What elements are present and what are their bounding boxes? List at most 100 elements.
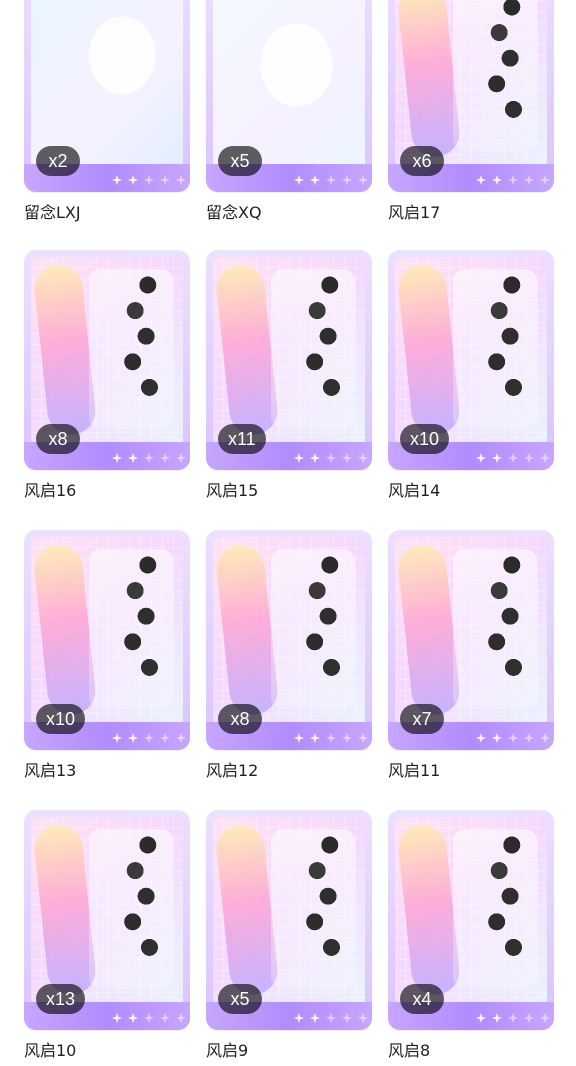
sparkle-icon: [326, 175, 336, 185]
rarity-sparkles: [294, 1013, 368, 1023]
rarity-sparkles: [476, 175, 550, 185]
card[interactable]: x5: [206, 0, 372, 192]
decorative-script: [32, 542, 98, 718]
sparkle-icon: [540, 175, 550, 185]
card-cell[interactable]: x11 风启15: [206, 250, 372, 500]
sparkle-icon: [358, 1013, 368, 1023]
rarity-sparkles: [476, 733, 550, 743]
sparkle-icon: [176, 733, 186, 743]
card[interactable]: x8: [206, 530, 372, 750]
decorative-script: [214, 262, 280, 438]
card-cell[interactable]: x10 风启13: [24, 530, 190, 780]
card-label: 风启8: [388, 1041, 431, 1060]
sparkle-icon: [160, 175, 170, 185]
sparkle-icon: [476, 1013, 486, 1023]
count-badge: x13: [36, 984, 86, 1014]
card-cell[interactable]: x7 风启11: [388, 530, 554, 780]
card[interactable]: x2: [24, 0, 190, 192]
card[interactable]: x13: [24, 810, 190, 1030]
card[interactable]: x10: [24, 530, 190, 750]
sparkle-icon: [144, 733, 154, 743]
count-badge: x2: [36, 146, 80, 176]
card-image: [31, 537, 183, 728]
sparkle-icon: [160, 733, 170, 743]
card[interactable]: x6: [388, 0, 554, 192]
group-photo: [271, 829, 355, 989]
group-photo: [453, 829, 537, 989]
sparkle-icon: [540, 1013, 550, 1023]
sparkle-icon: [176, 175, 186, 185]
group-photo: [89, 549, 173, 709]
sparkle-icon: [160, 1013, 170, 1023]
count-badge: x5: [218, 984, 262, 1014]
sparkle-icon: [112, 175, 122, 185]
sparkle-icon: [144, 453, 154, 463]
card[interactable]: x11: [206, 250, 372, 470]
card-cell[interactable]: x5 留念XQ: [206, 0, 372, 222]
sparkle-icon: [540, 733, 550, 743]
card-image: [213, 537, 365, 728]
card-cell[interactable]: x6 风启17: [388, 0, 554, 222]
card[interactable]: x10: [388, 250, 554, 470]
rarity-sparkles: [112, 733, 186, 743]
card-image: [395, 0, 547, 170]
sparkle-icon: [144, 1013, 154, 1023]
card-cell[interactable]: x13 风启10: [24, 810, 190, 1060]
rarity-sparkles: [112, 453, 186, 463]
count-badge: x6: [400, 146, 444, 176]
decorative-script: [396, 822, 462, 998]
sparkle-icon: [476, 733, 486, 743]
sparkle-icon: [294, 453, 304, 463]
sparkle-icon: [540, 453, 550, 463]
sparkle-icon: [524, 733, 534, 743]
decorative-script: [396, 0, 462, 160]
sparkle-icon: [492, 453, 502, 463]
sparkle-icon: [128, 1013, 138, 1023]
sparkle-icon: [294, 733, 304, 743]
sparkle-icon: [508, 175, 518, 185]
sparkle-icon: [358, 733, 368, 743]
sparkle-icon: [310, 1013, 320, 1023]
card-cell[interactable]: x5 风启9: [206, 810, 372, 1060]
sparkle-icon: [326, 1013, 336, 1023]
sparkle-icon: [358, 453, 368, 463]
card-cell[interactable]: x8 风启16: [24, 250, 190, 500]
card-cell[interactable]: x10 风启14: [388, 250, 554, 500]
count-badge: x10: [36, 704, 86, 734]
sparkle-icon: [524, 175, 534, 185]
card[interactable]: x4: [388, 810, 554, 1030]
group-photo: [271, 269, 355, 429]
card-image: [31, 817, 183, 1008]
card-image: [213, 257, 365, 448]
decorative-script: [214, 542, 280, 718]
sparkle-icon: [492, 175, 502, 185]
card-image: [395, 537, 547, 728]
group-photo: [271, 549, 355, 709]
sparkle-icon: [492, 1013, 502, 1023]
card-cell[interactable]: x4 风启8: [388, 810, 554, 1060]
decorative-script: [32, 262, 98, 438]
card-cell[interactable]: x2 留念LXJ: [24, 0, 190, 222]
group-photo: [89, 829, 173, 989]
count-badge: x8: [36, 424, 80, 454]
card[interactable]: x7: [388, 530, 554, 750]
card[interactable]: x8: [24, 250, 190, 470]
sparkle-icon: [342, 175, 352, 185]
card[interactable]: x5: [206, 810, 372, 1030]
sparkle-icon: [310, 175, 320, 185]
sparkle-icon: [326, 733, 336, 743]
card-label: 留念XQ: [206, 203, 262, 222]
card-label: 风启11: [388, 761, 441, 780]
card-cell[interactable]: x8 风启12: [206, 530, 372, 780]
count-badge: x5: [218, 146, 262, 176]
count-badge: x4: [400, 984, 444, 1014]
card-label: 风启17: [388, 203, 441, 222]
group-photo: [453, 0, 537, 151]
rarity-sparkles: [112, 1013, 186, 1023]
sparkle-icon: [358, 175, 368, 185]
count-badge: x10: [400, 424, 450, 454]
count-badge: x11: [218, 424, 266, 454]
count-badge: x8: [218, 704, 262, 734]
card-label: 风启12: [206, 761, 259, 780]
sparkle-icon: [128, 733, 138, 743]
